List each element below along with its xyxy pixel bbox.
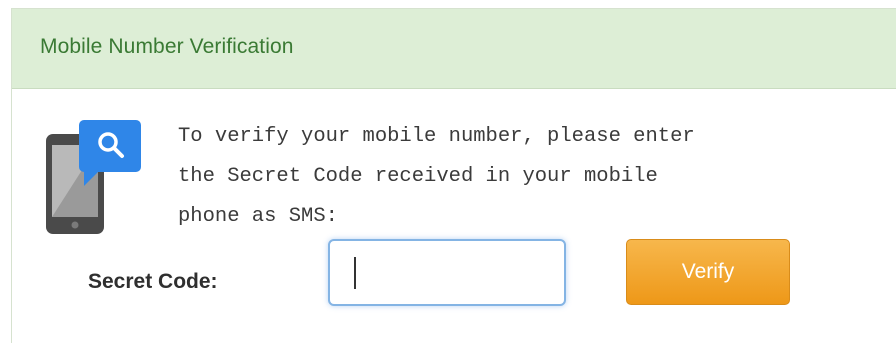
instructions-line-3: phone as SMS: [178, 205, 338, 228]
mobile-search-icon [44, 118, 148, 236]
text-caret [354, 257, 356, 289]
panel-title: Mobile Number Verification [40, 35, 294, 58]
instructions-line-1: To verify your mobile number, please ent… [178, 125, 695, 148]
secret-code-label: Secret Code: [88, 270, 218, 293]
instructions-text: To verify your mobile number, please ent… [178, 117, 878, 237]
instructions-line-2: the Secret Code received in your mobile [178, 165, 658, 188]
verify-button[interactable]: Verify [626, 239, 790, 305]
panel-header: Mobile Number Verification [12, 9, 896, 89]
secret-code-input[interactable] [328, 239, 566, 306]
